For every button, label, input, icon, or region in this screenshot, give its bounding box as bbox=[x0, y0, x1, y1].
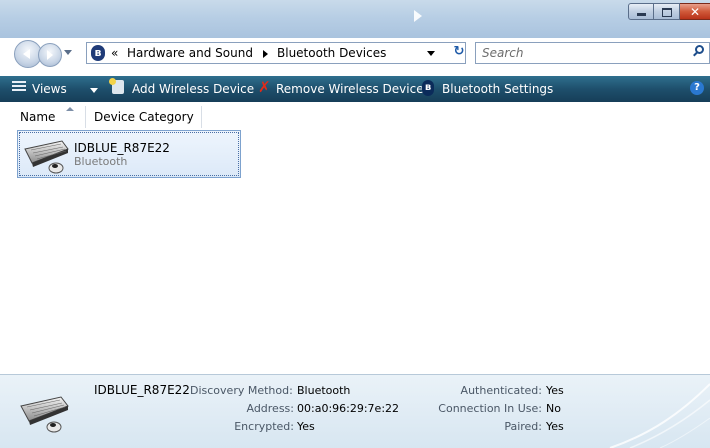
minimize-button[interactable] bbox=[628, 3, 654, 20]
forward-button[interactable] bbox=[38, 43, 62, 67]
add-device-icon bbox=[109, 78, 124, 94]
remove-wireless-device-button[interactable]: Remove Wireless Device bbox=[276, 81, 424, 97]
keyboard-mouse-icon bbox=[24, 140, 69, 174]
device-list: IDBLUE_R87E22 Bluetooth bbox=[0, 128, 710, 374]
list-item[interactable]: IDBLUE_R87E22 Bluetooth bbox=[17, 130, 241, 178]
breadcrumb-bluetooth-devices[interactable]: Bluetooth Devices bbox=[277, 46, 386, 60]
address-value: 00:a0:96:29:7e:22 bbox=[297, 402, 400, 415]
refresh-button[interactable]: ↻ bbox=[446, 42, 472, 64]
views-dropdown-icon[interactable] bbox=[90, 88, 98, 93]
connection-in-use-label: Connection In Use: bbox=[438, 402, 542, 415]
encrypted-label: Encrypted: bbox=[234, 420, 294, 433]
column-header-device-category[interactable]: Device Category bbox=[86, 106, 202, 128]
forward-arrow-icon bbox=[47, 50, 53, 60]
authenticated-value: Yes bbox=[546, 384, 564, 397]
keyboard-mouse-icon bbox=[20, 396, 69, 433]
breadcrumb-overflow-button[interactable]: « bbox=[111, 46, 118, 60]
column-headers: Name Device Category bbox=[0, 106, 710, 129]
title-bar[interactable]: ✕ bbox=[0, 0, 710, 38]
column-header-name[interactable]: Name bbox=[16, 106, 86, 128]
explorer-window: ✕ ʙ « Hardware and Sound Bluetooth Devic… bbox=[0, 0, 710, 448]
bluetooth-icon: ʙ bbox=[91, 45, 105, 61]
address-label: Address: bbox=[246, 402, 294, 415]
remove-device-icon: ✗ bbox=[258, 78, 271, 96]
minimize-icon bbox=[637, 13, 646, 16]
breadcrumb-separator-icon[interactable] bbox=[263, 50, 268, 58]
device-category: Bluetooth bbox=[74, 155, 128, 168]
add-wireless-device-button[interactable]: Add Wireless Device bbox=[132, 81, 254, 97]
views-button[interactable]: Views bbox=[32, 81, 67, 97]
connection-in-use-value: No bbox=[546, 402, 561, 415]
mouse-cursor-icon bbox=[414, 10, 422, 22]
search-icon[interactable] bbox=[695, 45, 704, 54]
device-name: IDBLUE_R87E22 bbox=[74, 141, 170, 155]
authenticated-label: Authenticated: bbox=[460, 384, 542, 397]
encrypted-value: Yes bbox=[297, 420, 315, 433]
discovery-method-value: Bluetooth bbox=[297, 384, 351, 397]
breadcrumb-hardware-and-sound[interactable]: Hardware and Sound bbox=[127, 46, 253, 60]
maximize-button[interactable] bbox=[654, 3, 680, 20]
address-dropdown-button[interactable] bbox=[427, 51, 435, 56]
column-header-category-label: Device Category bbox=[94, 110, 194, 124]
close-button[interactable]: ✕ bbox=[680, 3, 710, 20]
discovery-method-label: Discovery Method: bbox=[190, 384, 293, 397]
bluetooth-settings-icon: ʙ bbox=[422, 80, 434, 96]
close-icon: ✕ bbox=[690, 5, 701, 19]
command-toolbar: Views Add Wireless Device ✗ Remove Wirel… bbox=[0, 76, 710, 102]
column-header-name-label: Name bbox=[20, 110, 56, 124]
address-bar[interactable]: ʙ « Hardware and Sound Bluetooth Devices bbox=[86, 42, 466, 64]
paired-label: Paired: bbox=[504, 420, 542, 433]
maximize-icon bbox=[662, 8, 672, 17]
paired-value: Yes bbox=[546, 420, 564, 433]
search-input[interactable] bbox=[482, 46, 682, 60]
help-icon[interactable]: ? bbox=[690, 81, 704, 95]
decorative-swoosh bbox=[609, 383, 710, 448]
bluetooth-settings-button[interactable]: Bluetooth Settings bbox=[442, 81, 553, 97]
detail-device-name: IDBLUE_R87E22 bbox=[94, 383, 190, 397]
sort-ascending-icon bbox=[66, 107, 74, 111]
back-arrow-icon bbox=[23, 49, 30, 59]
search-box[interactable] bbox=[475, 42, 710, 64]
views-icon bbox=[12, 81, 26, 93]
recent-pages-dropdown-button[interactable] bbox=[64, 50, 72, 55]
